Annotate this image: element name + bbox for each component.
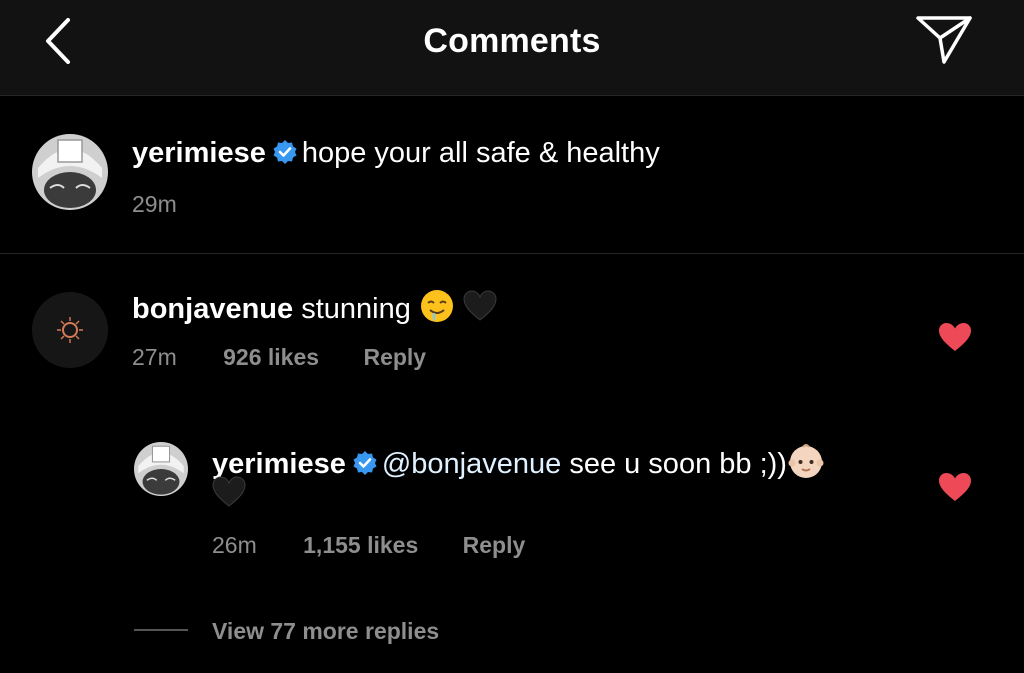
baby-emoji [787, 442, 825, 489]
caption-text-line: yerimiese hope your all safe & healthy [132, 135, 660, 174]
avatar[interactable] [134, 442, 188, 496]
view-more-replies-button[interactable]: View 77 more replies [212, 618, 439, 645]
verified-icon [272, 138, 298, 174]
reply-reply-button[interactable]: Reply [463, 532, 526, 558]
reply-body: see u soon bb ;)) [569, 448, 787, 481]
verified-icon [352, 449, 378, 485]
drooling-face-emoji [419, 288, 455, 333]
heart-icon[interactable] [938, 472, 972, 502]
comment-likes[interactable]: 926 likes [223, 344, 319, 370]
caption-body: hope your all safe & healthy [301, 137, 660, 169]
comment-meta: 27m 926 likes Reply [132, 344, 426, 371]
divider-line [134, 629, 188, 631]
reply-text-line: yerimiese @bonjavenue see u soon bb ;)) [212, 442, 825, 489]
reply-mention[interactable]: @bonjavenue [382, 448, 561, 480]
caption-meta: 29m [132, 191, 177, 218]
avatar[interactable] [32, 292, 108, 368]
black-heart-emoji [463, 290, 497, 331]
reply-likes[interactable]: 1,155 likes [303, 532, 418, 558]
comment-body: stunning [301, 293, 411, 326]
reply-timestamp: 26m [212, 532, 257, 558]
comment-username[interactable]: bonjavenue [132, 293, 293, 325]
heart-icon[interactable] [938, 322, 972, 352]
reply-meta: 26m 1,155 likes Reply [212, 532, 525, 559]
caption-timestamp: 29m [132, 191, 177, 217]
post-caption: yerimiese hope your all safe & healthy 29… [0, 97, 1024, 254]
send-icon [916, 16, 972, 64]
comment-text-line: bonjavenue stunning [132, 288, 497, 333]
comment-reply-button[interactable]: Reply [363, 344, 426, 370]
page-title: Comments [423, 22, 601, 60]
avatar[interactable] [32, 134, 108, 210]
header-bar: Comments [0, 0, 1024, 96]
black-heart-emoji [212, 476, 246, 513]
comment-timestamp: 27m [132, 344, 177, 370]
caption-username[interactable]: yerimiese [132, 137, 266, 169]
share-button[interactable] [912, 12, 976, 68]
